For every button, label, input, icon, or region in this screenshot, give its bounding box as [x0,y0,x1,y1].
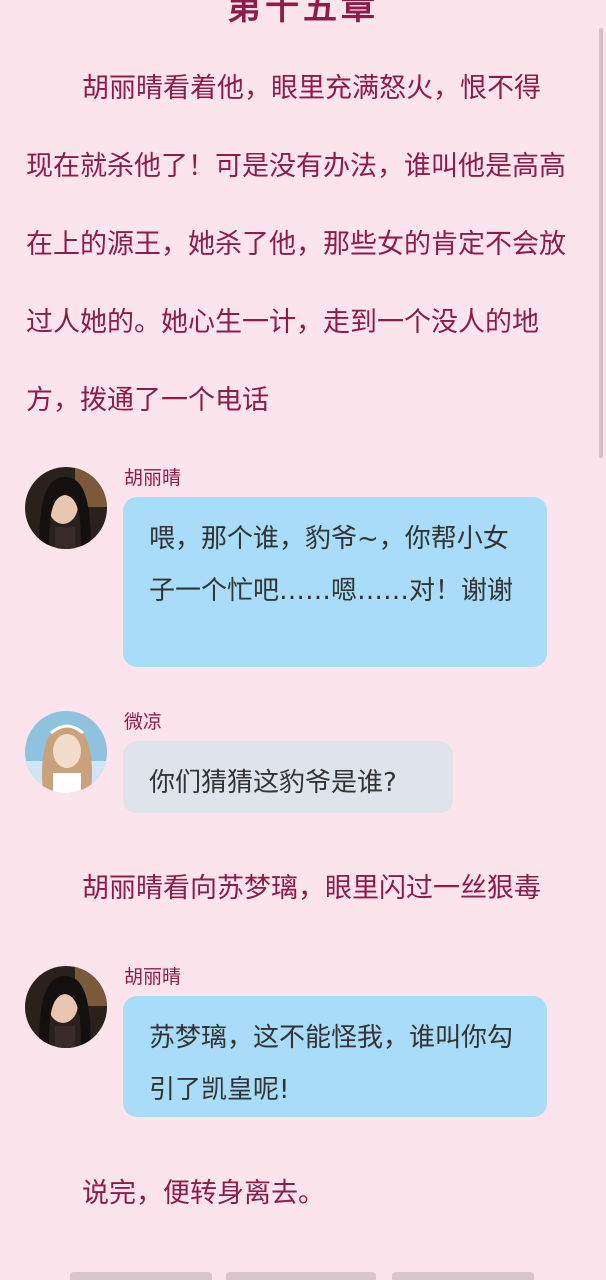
chat-bubble: 喂，那个谁，豹爷~，你帮小女子一个忙吧……嗯……对！谢谢 [123,497,547,667]
chapter-title: 第十五章 [227,0,379,28]
avatar-wei-liang[interactable] [25,711,107,793]
girl-portrait-dark-icon [25,966,107,1048]
girl-portrait-dark-icon [25,467,107,549]
avatar-hu-liqing[interactable] [25,966,107,1048]
girl-portrait-light-icon [25,711,107,793]
narration-paragraph-1: 胡丽晴看着他，眼里充满怒火，恨不得现在就杀他了！可是没有办法，谁叫他是高高在上的… [26,73,566,416]
bottom-tab-placeholder[interactable] [226,1272,376,1280]
chat-bubble: 你们猜猜这豹爷是谁? [123,741,453,813]
speaker-name: 胡丽晴 [124,966,182,988]
scrollbar[interactable] [599,28,603,458]
speaker-name: 胡丽晴 [124,467,182,489]
speaker-name: 微凉 [124,711,163,733]
narration-paragraph-2: 胡丽晴看向苏梦璃，眼里闪过一丝狠毒 [82,873,541,904]
bottom-tab-placeholder[interactable] [70,1272,212,1280]
chat-bubble: 苏梦璃，这不能怪我，谁叫你勾引了凯皇呢! [123,996,547,1117]
narration-paragraph-3: 说完，便转身离去。 [82,1178,325,1209]
avatar-hu-liqing[interactable] [25,467,107,549]
bottom-tab-placeholder[interactable] [392,1272,534,1280]
